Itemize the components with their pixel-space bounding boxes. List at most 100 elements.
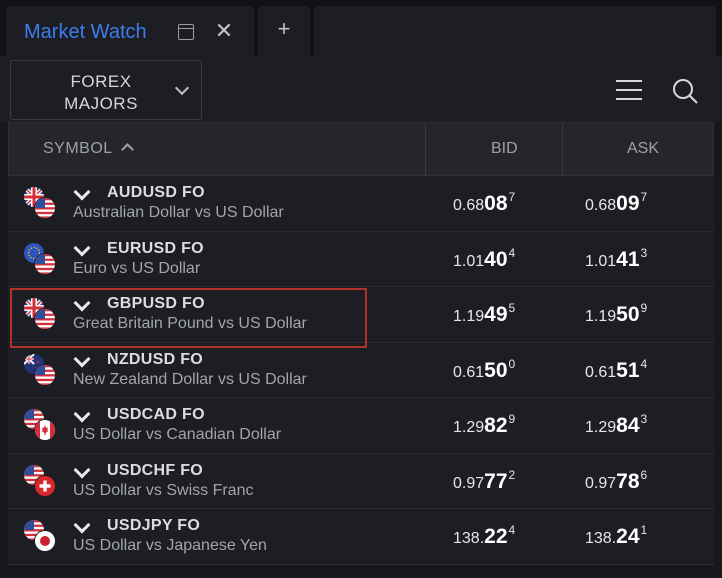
- tab-bar-empty-area: [314, 6, 716, 56]
- currency-pair-flag-icon: [24, 464, 56, 497]
- us-flag-icon: [34, 252, 56, 275]
- ask-price-pipette: 1: [640, 523, 648, 537]
- ask-price-prefix: 1.29: [585, 419, 617, 436]
- tab-title[interactable]: Market Watch: [24, 21, 147, 44]
- chevron-down-icon[interactable]: [73, 294, 91, 312]
- symbol-list: AUDUSD FO Australian Dollar vs US Dollar…: [8, 176, 714, 565]
- bid-price[interactable]: 1.01404: [453, 246, 515, 272]
- symbol-description: Euro vs US Dollar: [73, 259, 201, 277]
- bid-price[interactable]: 0.61500: [453, 357, 515, 383]
- tab-market-watch[interactable]: Market Watch ✕: [6, 6, 254, 56]
- bid-price[interactable]: 138.224: [453, 523, 515, 549]
- bid-price-pipette: 2: [508, 467, 516, 482]
- dropdown-label-line2: MAJORS: [64, 94, 138, 113]
- ask-price-pips: 24: [616, 525, 640, 548]
- column-divider: [425, 123, 426, 177]
- table-row[interactable]: EURUSD FO Euro vs US Dollar 1.01404 1.01…: [8, 231, 714, 287]
- currency-pair-flag-icon: [24, 298, 56, 330]
- bid-price-prefix: 1.01: [453, 252, 485, 270]
- chevron-down-icon[interactable]: [73, 350, 91, 367]
- chevron-down-icon: [174, 80, 190, 96]
- ask-price-pips: 41: [616, 247, 640, 271]
- table-row[interactable]: USDCHF FO US Dollar vs Swiss Franc 0.977…: [8, 453, 714, 509]
- toolbar: FOREX MAJORS: [0, 56, 722, 122]
- table-row[interactable]: USDCAD FO US Dollar vs Canadian Dollar 1…: [8, 398, 714, 454]
- ask-price-pipette: 3: [640, 245, 648, 260]
- table-row[interactable]: AUDUSD FO Australian Dollar vs US Dollar…: [8, 176, 714, 232]
- ask-price-prefix: 0.68: [585, 197, 617, 214]
- currency-pair-flag-icon: [24, 409, 56, 441]
- ask-price-prefix: 0.61: [585, 363, 617, 381]
- bid-price[interactable]: 0.68087: [453, 190, 515, 216]
- currency-pair-flag-icon: [24, 242, 56, 275]
- table-row[interactable]: USDJPY FO US Dollar vs Japanese Yen 138.…: [8, 509, 714, 565]
- dropdown-label-line1: FOREX: [70, 72, 132, 91]
- ca-flag-icon: [34, 419, 56, 441]
- ask-price-pipette: 6: [640, 467, 648, 482]
- ch-flag-icon: [34, 474, 56, 497]
- close-icon[interactable]: ✕: [213, 20, 235, 42]
- bid-price-pipette: 4: [508, 523, 516, 537]
- currency-pair-flag-icon: [24, 353, 56, 386]
- symbol-name: NZDUSD FO: [107, 350, 204, 368]
- ask-price[interactable]: 1.01413: [585, 246, 647, 272]
- ask-price-pipette: 9: [640, 301, 648, 315]
- bid-price-prefix: 1.19: [453, 308, 485, 325]
- bid-price-prefix: 138.: [453, 530, 485, 547]
- ask-price[interactable]: 0.68097: [585, 190, 647, 216]
- add-tab-button[interactable]: +: [258, 6, 310, 56]
- chevron-down-icon[interactable]: [73, 516, 91, 534]
- currency-pair-flag-icon: [24, 520, 56, 552]
- ask-price-prefix: 1.19: [585, 308, 617, 325]
- table-row[interactable]: GBPUSD FO Great Britain Pound vs US Doll…: [8, 287, 714, 343]
- bid-price-pipette: 7: [508, 190, 516, 204]
- symbol-name: USDJPY FO: [107, 517, 201, 534]
- dropdown-label: FOREX MAJORS: [51, 71, 151, 115]
- sort-ascending-icon[interactable]: [121, 143, 134, 156]
- popout-icon[interactable]: [178, 24, 194, 40]
- column-header-bid[interactable]: BID: [491, 140, 518, 158]
- chevron-down-icon[interactable]: [73, 183, 91, 201]
- chevron-down-icon[interactable]: [73, 461, 91, 478]
- ask-price[interactable]: 138.241: [585, 523, 647, 549]
- bid-price-pipette: 9: [508, 412, 516, 426]
- bid-price-pips: 77: [484, 469, 508, 493]
- chevron-down-icon[interactable]: [73, 239, 91, 256]
- us-flag-icon: [34, 197, 56, 219]
- bid-price-pips: 08: [484, 192, 508, 215]
- bid-price-pips: 22: [484, 525, 508, 548]
- bid-price[interactable]: 1.19495: [453, 301, 515, 327]
- ask-price[interactable]: 1.29843: [585, 412, 647, 438]
- currency-pair-flag-icon: [24, 187, 56, 219]
- ask-price-pipette: 3: [640, 412, 648, 426]
- ask-price[interactable]: 0.97786: [585, 468, 647, 494]
- search-icon[interactable]: [672, 78, 698, 104]
- ask-price[interactable]: 0.61514: [585, 357, 647, 383]
- table-row[interactable]: NZDUSD FO New Zealand Dollar vs US Dolla…: [8, 342, 714, 398]
- bid-price[interactable]: 1.29829: [453, 412, 515, 438]
- column-header-symbol[interactable]: SYMBOL: [43, 140, 113, 158]
- bid-price-pips: 82: [484, 414, 508, 437]
- ask-price-pipette: 4: [640, 356, 648, 371]
- symbol-name: AUDUSD FO: [107, 184, 205, 201]
- symbol-description: US Dollar vs Japanese Yen: [73, 537, 267, 554]
- column-header-ask[interactable]: ASK: [627, 140, 659, 158]
- menu-icon[interactable]: [616, 80, 642, 100]
- ask-price-prefix: 138.: [585, 530, 617, 547]
- bid-price[interactable]: 0.97772: [453, 468, 515, 494]
- ask-price-pips: 09: [616, 192, 640, 215]
- symbol-description: US Dollar vs Swiss Franc: [73, 481, 254, 499]
- ask-price[interactable]: 1.19509: [585, 301, 647, 327]
- bid-price-pips: 40: [484, 247, 508, 271]
- us-flag-icon: [34, 308, 56, 330]
- bid-price-pips: 50: [484, 358, 508, 382]
- column-divider: [562, 123, 563, 177]
- us-flag-icon: [34, 363, 56, 386]
- bid-price-pips: 49: [484, 303, 508, 326]
- ask-price-pips: 51: [616, 358, 640, 382]
- chevron-down-icon[interactable]: [73, 405, 91, 423]
- ask-price-pipette: 7: [640, 190, 648, 204]
- symbol-description: New Zealand Dollar vs US Dollar: [73, 370, 307, 388]
- watchlist-dropdown[interactable]: FOREX MAJORS: [10, 60, 202, 120]
- symbol-description: US Dollar vs Canadian Dollar: [73, 426, 282, 443]
